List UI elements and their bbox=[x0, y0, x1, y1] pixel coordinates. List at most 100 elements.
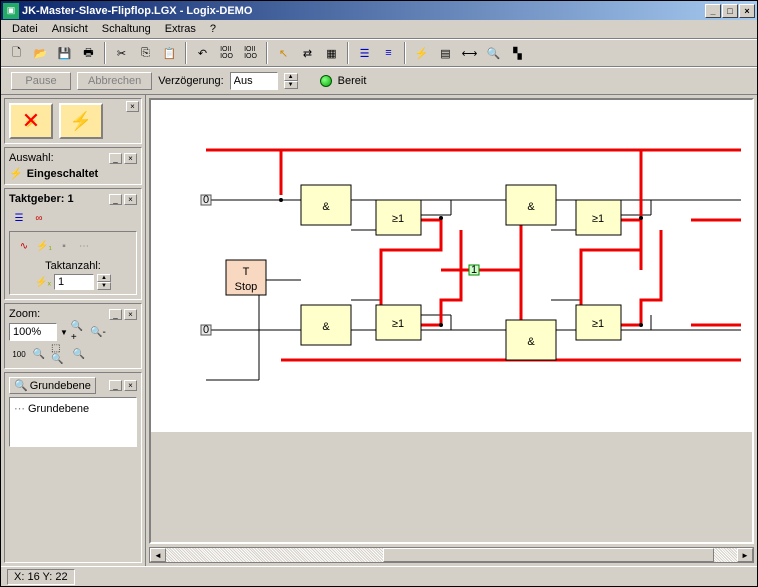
panel-close-button[interactable]: × bbox=[124, 194, 137, 205]
disable-signal-button[interactable]: ⚡✕ bbox=[9, 103, 53, 139]
menu-extras[interactable]: Extras bbox=[158, 21, 203, 37]
zoom-select[interactable] bbox=[9, 323, 57, 341]
or-gate: ≥1 bbox=[392, 318, 404, 330]
cut-icon[interactable]: ✂ bbox=[110, 42, 133, 64]
pick-icon[interactable]: ↖ bbox=[272, 42, 295, 64]
copy-icon[interactable]: ⎘ bbox=[134, 42, 157, 64]
clock-count-label: Taktanzahl: bbox=[14, 260, 132, 272]
status-text: Bereit bbox=[338, 75, 367, 87]
app-icon: ▣ bbox=[3, 3, 19, 19]
undo-icon[interactable]: ↶ bbox=[191, 42, 214, 64]
delay-label: Verzögerung: bbox=[158, 75, 223, 87]
delay-select[interactable] bbox=[230, 72, 278, 90]
panel-close-button[interactable]: × bbox=[126, 101, 139, 112]
panel-min-button[interactable]: _ bbox=[109, 309, 122, 320]
bolt-icon: ⚡ bbox=[9, 167, 23, 180]
and-gate: & bbox=[322, 321, 330, 333]
scroll-right-button[interactable]: ► bbox=[737, 548, 753, 562]
dots-icon[interactable]: ⋯ bbox=[76, 238, 92, 254]
enable-signal-button[interactable]: ⚡ bbox=[59, 103, 103, 139]
link-icon[interactable]: ⇄ bbox=[296, 42, 319, 64]
bits2-icon[interactable]: IOIIIOO bbox=[239, 42, 262, 64]
minimize-button[interactable]: _ bbox=[705, 4, 721, 18]
pause-button[interactable]: Pause bbox=[11, 72, 71, 90]
menu-schaltung[interactable]: Schaltung bbox=[95, 21, 158, 37]
delay-up[interactable]: ▲ bbox=[284, 73, 298, 81]
layer-tab[interactable]: Grundebene bbox=[30, 380, 91, 392]
list-icon[interactable]: ☰ bbox=[353, 42, 376, 64]
statusbar: X: 16 Y: 22 bbox=[1, 566, 757, 586]
titlebar: ▣ JK-Master-Slave-Flipflop.LGX - Logix-D… bbox=[1, 1, 757, 20]
close-button[interactable]: × bbox=[739, 4, 755, 18]
menubar: Datei Ansicht Schaltung Extras ? bbox=[1, 20, 757, 39]
layer-tree[interactable]: ⋯ Grundebene bbox=[9, 397, 137, 447]
sidebar: ⚡✕ ⚡ × Auswahl: _ × ⚡ Eingeschaltet bbox=[1, 95, 146, 566]
layer-item[interactable]: Grundebene bbox=[28, 403, 89, 415]
scroll-thumb[interactable] bbox=[383, 548, 714, 562]
clock-gate: T bbox=[243, 266, 250, 278]
circuit-canvas[interactable]: & & ≥1 ≥1 & & ≥1 ≥1 bbox=[149, 98, 754, 544]
status-led-icon bbox=[320, 75, 332, 87]
selection-label: Auswahl: bbox=[9, 152, 54, 164]
cancel-button[interactable]: Abbrechen bbox=[77, 72, 152, 90]
menu-help[interactable]: ? bbox=[203, 21, 223, 37]
panel-min-button[interactable]: _ bbox=[109, 380, 122, 391]
menu-datei[interactable]: Datei bbox=[5, 21, 45, 37]
count-down[interactable]: ▼ bbox=[97, 282, 111, 290]
zoom100-icon[interactable]: 100 bbox=[11, 346, 27, 362]
panel-min-button[interactable]: _ bbox=[109, 194, 122, 205]
toolbar-main: 🗋 📂 💾 🖶 ✂ ⎘ 📋 ↶ IOIIIOO IOIIIOO ↖ ⇄ ▦ ☰ … bbox=[1, 39, 757, 67]
layers-icon[interactable]: ▚ bbox=[506, 42, 529, 64]
bolt1-icon[interactable]: ⚡₁ bbox=[36, 238, 52, 254]
selection-value: Eingeschaltet bbox=[27, 168, 99, 180]
zoom-sel-icon[interactable]: ⬚🔍 bbox=[51, 346, 67, 362]
count-up[interactable]: ▲ bbox=[97, 274, 111, 282]
window-title: JK-Master-Slave-Flipflop.LGX - Logix-DEM… bbox=[22, 5, 705, 17]
menu-ansicht[interactable]: Ansicht bbox=[45, 21, 95, 37]
clock-sub: Stop bbox=[235, 281, 258, 293]
bits1-icon[interactable]: IOIIIOO bbox=[215, 42, 238, 64]
inf-icon[interactable]: ∞ bbox=[31, 210, 47, 226]
zoom-out-icon[interactable]: 🔍- bbox=[90, 324, 106, 340]
zoom-icon[interactable]: 🔍 bbox=[482, 42, 505, 64]
panel-close-button[interactable]: × bbox=[124, 309, 137, 320]
zoom-label: Zoom: bbox=[9, 308, 40, 320]
scroll-left-button[interactable]: ◄ bbox=[150, 548, 166, 562]
panel-close-button[interactable]: × bbox=[124, 380, 137, 391]
toolbar-sim: Pause Abbrechen Verzögerung: ▲ ▼ Bereit bbox=[1, 67, 757, 95]
bolt-icon[interactable]: ⚡ bbox=[410, 42, 433, 64]
open-icon[interactable]: 📂 bbox=[29, 42, 52, 64]
zoom-in-icon[interactable]: 🔍+ bbox=[71, 324, 87, 340]
and-gate: & bbox=[527, 336, 535, 348]
save-icon[interactable]: 💾 bbox=[53, 42, 76, 64]
status-coords: X: 16 Y: 22 bbox=[7, 569, 75, 585]
or-gate: ≥1 bbox=[592, 318, 604, 330]
mid-signal: 1 bbox=[471, 264, 477, 276]
delay-down[interactable]: ▼ bbox=[284, 81, 298, 89]
props-icon[interactable]: ▤ bbox=[434, 42, 457, 64]
swap-icon[interactable]: ⟷ bbox=[458, 42, 481, 64]
grid-icon[interactable]: ▦ bbox=[320, 42, 343, 64]
layer-search-icon: 🔍 bbox=[14, 379, 28, 392]
zoom-region-icon[interactable]: 🔍 bbox=[71, 346, 87, 362]
clock-count-input[interactable] bbox=[54, 274, 94, 290]
or-gate: ≥1 bbox=[392, 213, 404, 225]
circuit-svg: & & ≥1 ≥1 & & ≥1 ≥1 bbox=[151, 100, 751, 540]
boltx-icon: ⚡ₓ bbox=[35, 274, 51, 290]
zoom-fit-icon[interactable]: 🔍 bbox=[31, 346, 47, 362]
print-icon[interactable]: 🖶 bbox=[77, 42, 100, 64]
paste-icon[interactable]: 📋 bbox=[158, 42, 181, 64]
input-bot: 0 bbox=[203, 324, 209, 336]
panel-close-button[interactable]: × bbox=[124, 153, 137, 164]
scrollbar-horizontal[interactable]: ◄ ► bbox=[149, 547, 754, 563]
wave-red-icon[interactable]: ∿ bbox=[16, 238, 32, 254]
new-icon[interactable]: 🗋 bbox=[5, 42, 28, 64]
input-top: 0 bbox=[203, 194, 209, 206]
clockgen-label: Taktgeber: 1 bbox=[9, 193, 74, 205]
and-gate: & bbox=[527, 201, 535, 213]
list-icon[interactable]: ☰ bbox=[11, 210, 27, 226]
maximize-button[interactable]: □ bbox=[722, 4, 738, 18]
dim-icon[interactable]: ▪ bbox=[56, 238, 72, 254]
panel-min-button[interactable]: _ bbox=[109, 153, 122, 164]
step-icon[interactable]: ≡ bbox=[377, 42, 400, 64]
